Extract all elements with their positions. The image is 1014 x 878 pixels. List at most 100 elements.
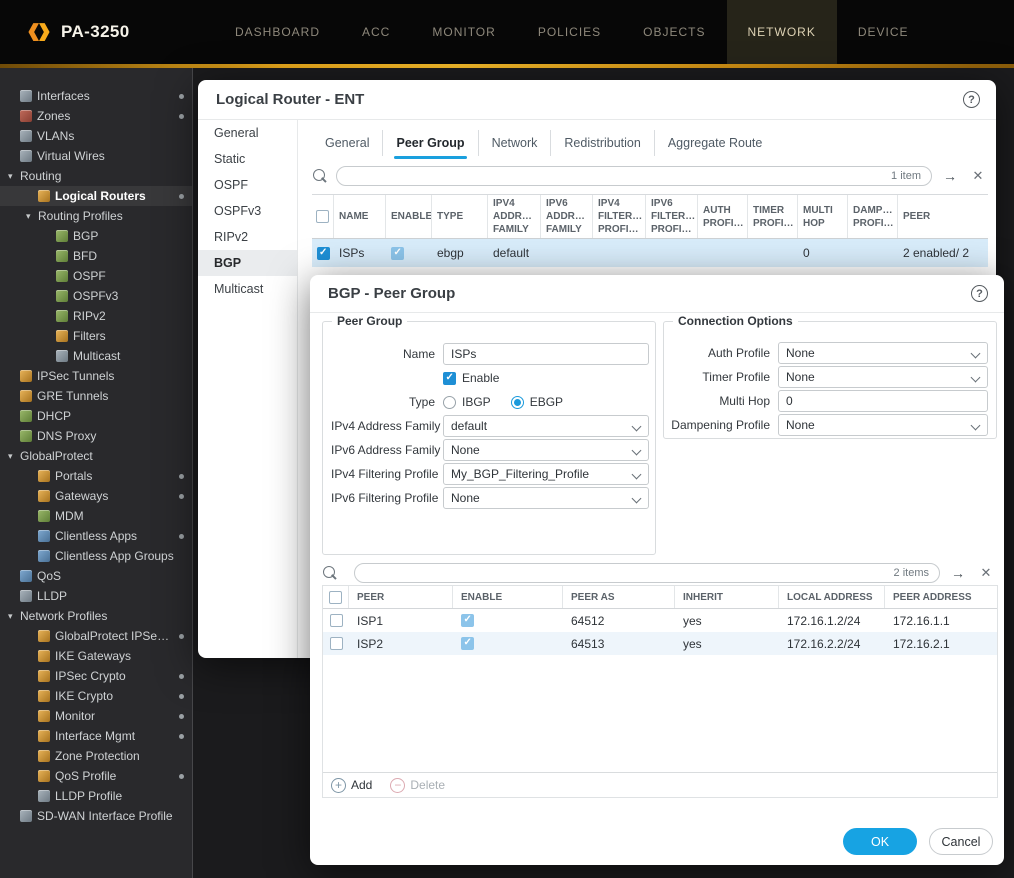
dialog-menu-item[interactable]: RIPv2: [198, 224, 297, 250]
nav-item[interactable]: ACC: [341, 0, 411, 64]
sidebar-item[interactable]: DNS Proxy: [0, 426, 192, 446]
sidebar-item[interactable]: DHCP: [0, 406, 192, 426]
dialog-menu-item[interactable]: Multicast: [198, 276, 297, 302]
sidebar-item[interactable]: Clientless Apps: [0, 526, 192, 546]
sidebar-item[interactable]: Logical Routers: [0, 186, 192, 206]
dialog-menu-item[interactable]: General: [198, 120, 297, 146]
add-button[interactable]: + Add: [331, 778, 372, 793]
sidebar-item[interactable]: IKE Gateways: [0, 646, 192, 666]
col-auth-profile[interactable]: AUTH PROFI…: [698, 195, 748, 238]
sidebar-item[interactable]: ▾ GlobalProtect: [0, 446, 192, 466]
sidebar-item[interactable]: OSPFv3: [0, 286, 192, 306]
col-ipv6-filtering-profile[interactable]: IPV6 FILTER… PROFI…: [646, 195, 698, 238]
col-local-address[interactable]: LOCAL ADDRESS: [779, 586, 885, 608]
sidebar-item[interactable]: Zone Protection: [0, 746, 192, 766]
ipv6-filtering-profile-select[interactable]: None: [443, 487, 649, 509]
sidebar-item[interactable]: Virtual Wires: [0, 146, 192, 166]
col-peer-as[interactable]: PEER AS: [563, 586, 675, 608]
col-ipv6-address-family[interactable]: IPV6 ADDR… FAMILY: [541, 195, 593, 238]
search-input[interactable]: 1 item: [336, 166, 932, 186]
clear-filter-icon[interactable]: ✕: [976, 565, 996, 581]
col-inherit[interactable]: INHERIT: [675, 586, 779, 608]
sidebar-item[interactable]: ▾ Routing: [0, 166, 192, 186]
dialog-menu-item[interactable]: BGP: [198, 250, 297, 276]
ipv4-filtering-profile-select[interactable]: My_BGP_Filtering_Profile: [443, 463, 649, 485]
nav-item[interactable]: NETWORK: [727, 0, 837, 64]
sidebar-item[interactable]: QoS: [0, 566, 192, 586]
enable-checkbox[interactable]: [461, 637, 474, 650]
dampening-profile-select[interactable]: None: [778, 414, 988, 436]
sidebar-item[interactable]: Interface Mgmt: [0, 726, 192, 746]
dialog-tab[interactable]: Aggregate Route: [654, 130, 776, 156]
ipv6-address-family-select[interactable]: None: [443, 439, 649, 461]
expand-caret-icon[interactable]: ▾: [8, 451, 20, 462]
apply-filter-icon[interactable]: →: [940, 168, 960, 184]
clear-filter-icon[interactable]: ✕: [968, 168, 988, 184]
nav-item[interactable]: DEVICE: [837, 0, 930, 64]
nav-item[interactable]: POLICIES: [517, 0, 622, 64]
col-multi-hop[interactable]: MULTI HOP: [798, 195, 848, 238]
col-type[interactable]: TYPE: [432, 195, 488, 238]
col-ipv4-address-family[interactable]: IPV4 ADDR… FAMILY: [488, 195, 541, 238]
sidebar-item[interactable]: ▾ Routing Profiles: [0, 206, 192, 226]
sidebar-item[interactable]: IPSec Tunnels: [0, 366, 192, 386]
ebgp-radio[interactable]: [511, 396, 524, 409]
sidebar-item[interactable]: IPSec Crypto: [0, 666, 192, 686]
sidebar-item[interactable]: GlobalProtect IPSec Crypto: [0, 626, 192, 646]
dialog-tab[interactable]: Network: [478, 130, 551, 156]
sidebar-item[interactable]: RIPv2: [0, 306, 192, 326]
dialog-menu-item[interactable]: Static: [198, 146, 297, 172]
sidebar-item[interactable]: ▾ Network Profiles: [0, 606, 192, 626]
table-row[interactable]: ISP2 64513 yes 172.16.2.2/24 172.16.2.1: [323, 632, 997, 655]
sidebar-item[interactable]: Zones: [0, 106, 192, 126]
select-all-checkbox[interactable]: [316, 210, 329, 223]
col-ipv4-filtering-profile[interactable]: IPV4 FILTER… PROFI…: [593, 195, 646, 238]
timer-profile-select[interactable]: None: [778, 366, 988, 388]
col-enable[interactable]: ENABLE: [386, 195, 432, 238]
row-checkbox[interactable]: [330, 637, 343, 650]
nav-item[interactable]: MONITOR: [411, 0, 516, 64]
dialog-tab[interactable]: General: [312, 130, 382, 156]
enable-checkbox[interactable]: [391, 247, 404, 260]
search-input[interactable]: 2 items: [354, 563, 940, 583]
sidebar-item[interactable]: QoS Profile: [0, 766, 192, 786]
sidebar-item[interactable]: SD-WAN Interface Profile: [0, 806, 192, 826]
sidebar-item[interactable]: Portals: [0, 466, 192, 486]
sidebar-item[interactable]: LLDP: [0, 586, 192, 606]
sidebar-item[interactable]: BFD: [0, 246, 192, 266]
sidebar-item[interactable]: Clientless App Groups: [0, 546, 192, 566]
dialog-menu-item[interactable]: OSPF: [198, 172, 297, 198]
help-icon[interactable]: ?: [963, 91, 980, 108]
sidebar-item[interactable]: Filters: [0, 326, 192, 346]
delete-button[interactable]: − Delete: [390, 778, 445, 793]
sidebar-item[interactable]: VLANs: [0, 126, 192, 146]
enable-checkbox[interactable]: [443, 372, 456, 385]
name-input[interactable]: ISPs: [443, 343, 649, 365]
sidebar-item[interactable]: GRE Tunnels: [0, 386, 192, 406]
sidebar-item[interactable]: BGP: [0, 226, 192, 246]
nav-item[interactable]: OBJECTS: [622, 0, 726, 64]
apply-filter-icon[interactable]: →: [948, 565, 968, 581]
col-timer-profile[interactable]: TIMER PROFI…: [748, 195, 798, 238]
sidebar-item[interactable]: OSPF: [0, 266, 192, 286]
sidebar-item[interactable]: Gateways: [0, 486, 192, 506]
expand-caret-icon[interactable]: ▾: [8, 171, 20, 182]
row-checkbox[interactable]: [330, 614, 343, 627]
expand-caret-icon[interactable]: ▾: [8, 611, 20, 622]
select-all-checkbox[interactable]: [329, 591, 342, 604]
table-row[interactable]: ISP1 64512 yes 172.16.1.2/24 172.16.1.1: [323, 609, 997, 632]
col-peer-address[interactable]: PEER ADDRESS: [885, 586, 997, 608]
dialog-tab[interactable]: Peer Group: [382, 130, 477, 156]
multi-hop-input[interactable]: 0: [778, 390, 988, 412]
table-row[interactable]: ISPs ebgp default 0 2 enabled/ 2: [312, 239, 988, 267]
col-name[interactable]: NAME: [334, 195, 386, 238]
ok-button[interactable]: OK: [843, 828, 917, 855]
dialog-menu-item[interactable]: OSPFv3: [198, 198, 297, 224]
row-checkbox[interactable]: [317, 247, 330, 260]
ipv4-address-family-select[interactable]: default: [443, 415, 649, 437]
ibgp-radio[interactable]: [443, 396, 456, 409]
col-peer[interactable]: PEER: [898, 195, 988, 238]
sidebar-item[interactable]: Multicast: [0, 346, 192, 366]
cancel-button[interactable]: Cancel: [929, 828, 993, 855]
dialog-tab[interactable]: Redistribution: [550, 130, 653, 156]
